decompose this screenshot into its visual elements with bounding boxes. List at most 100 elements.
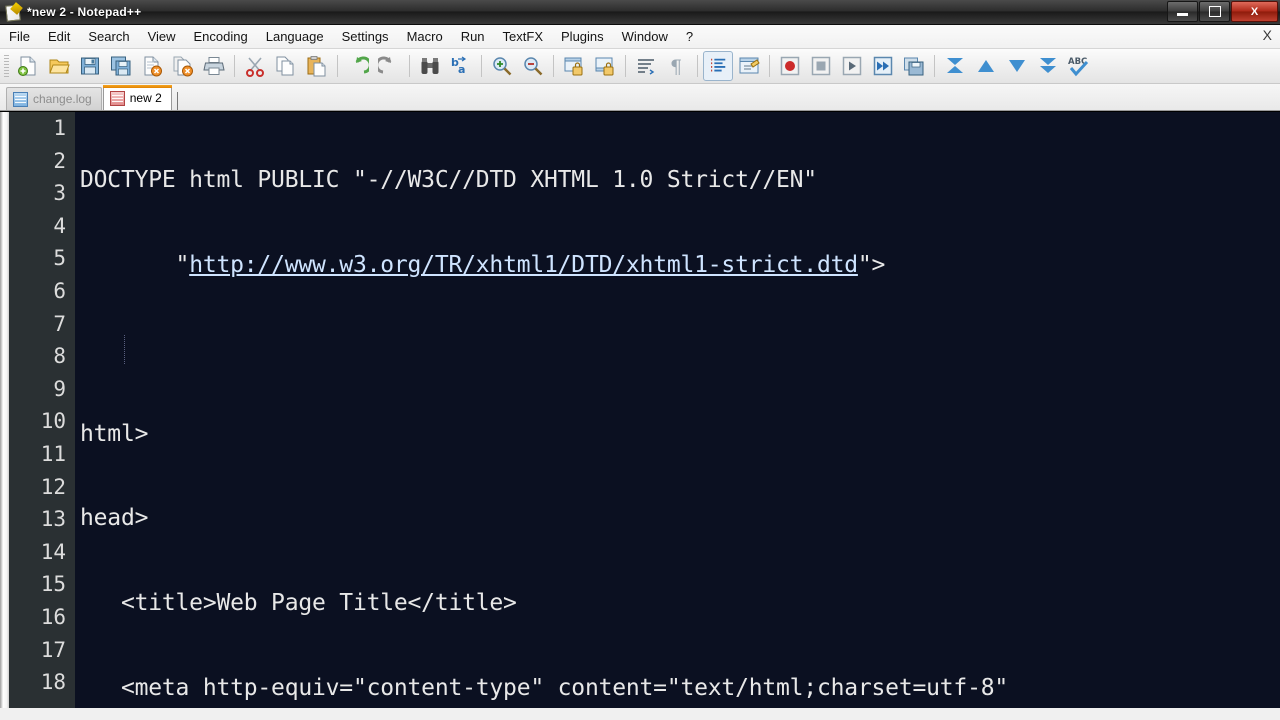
- toolbar-separator: [234, 55, 235, 77]
- replace-icon[interactable]: b a: [446, 51, 476, 81]
- run-macro-multiple-icon[interactable]: [868, 51, 898, 81]
- play-macro-icon[interactable]: [837, 51, 867, 81]
- window-controls: X: [1167, 1, 1278, 22]
- menu-edit[interactable]: Edit: [39, 27, 79, 46]
- line-number: 1: [53, 116, 66, 140]
- line-number: 7: [53, 311, 66, 336]
- spell-check-abc-icon[interactable]: ABC: [1064, 51, 1094, 81]
- menu-view[interactable]: View: [139, 27, 185, 46]
- restore-button[interactable]: [1199, 1, 1230, 22]
- save-macro-icon[interactable]: [899, 51, 929, 81]
- indent-guide-icon[interactable]: [703, 51, 733, 81]
- code-line: <meta http-equiv="content-type" content=…: [80, 674, 1009, 701]
- code-line-prefix: ": [80, 251, 190, 278]
- redo-icon[interactable]: [374, 51, 404, 81]
- notepad-plus-plus-icon: [5, 2, 23, 22]
- menu-encoding[interactable]: Encoding: [185, 27, 257, 46]
- sync-horizontal-icon[interactable]: [590, 51, 620, 81]
- zoom-out-icon[interactable]: [518, 51, 548, 81]
- url-link[interactable]: http://www.w3.org/TR/xhtml1/DTD/xhtml1-s…: [189, 252, 858, 278]
- red-document-icon: [109, 90, 125, 106]
- code-line: <title>Web Page Title</title>: [80, 589, 517, 616]
- code-line: html>: [80, 420, 149, 447]
- menu-help[interactable]: ?: [677, 27, 702, 46]
- code-text-area[interactable]: DOCTYPE html PUBLIC "-//W3C//DTD XHTML 1…: [75, 112, 1280, 708]
- close-file-icon[interactable]: [137, 51, 167, 81]
- word-wrap-icon[interactable]: [631, 51, 661, 81]
- toolbar-separator: [625, 55, 626, 77]
- paste-icon[interactable]: [302, 51, 332, 81]
- line-number: 3: [53, 181, 66, 206]
- new-file-icon[interactable]: [13, 51, 43, 81]
- user-defined-dialog-icon[interactable]: [734, 51, 764, 81]
- menu-search[interactable]: Search: [79, 27, 138, 46]
- line-number: 17: [40, 637, 66, 662]
- toolbar-grip[interactable]: [4, 55, 9, 77]
- svg-text:a: a: [458, 63, 465, 76]
- tab-label: change.log: [33, 92, 92, 106]
- menu-run[interactable]: Run: [452, 27, 494, 46]
- toolbar-separator: [553, 55, 554, 77]
- code-line: [80, 333, 1280, 366]
- zoom-in-icon[interactable]: [487, 51, 517, 81]
- menu-language[interactable]: Language: [257, 27, 333, 46]
- find-binoculars-icon[interactable]: [415, 51, 445, 81]
- line-number: 4: [53, 213, 66, 238]
- show-all-chars-icon[interactable]: ¶: [662, 51, 692, 81]
- close-window-button[interactable]: X: [1231, 1, 1278, 22]
- open-folder-icon[interactable]: [44, 51, 74, 81]
- menu-bar: File Edit Search View Encoding Language …: [0, 25, 1280, 49]
- line-number: 18: [40, 670, 66, 695]
- line-number: 9: [53, 376, 66, 401]
- indent-guide: [124, 335, 125, 364]
- bookmark-last-icon[interactable]: [1033, 51, 1063, 81]
- undo-icon[interactable]: [343, 51, 373, 81]
- menu-plugins[interactable]: Plugins: [552, 27, 613, 46]
- bookmark-next-icon[interactable]: [1002, 51, 1032, 81]
- line-number: 16: [40, 604, 66, 629]
- tab-label: new 2: [129, 91, 162, 105]
- code-line: "http://www.w3.org/TR/xhtml1/DTD/xhtml1-…: [80, 249, 1280, 282]
- print-icon[interactable]: [199, 51, 229, 81]
- menu-textfx[interactable]: TextFX: [494, 27, 552, 46]
- title-bar: *new 2 - Notepad++ X: [0, 0, 1280, 25]
- save-icon[interactable]: [75, 51, 105, 81]
- record-macro-icon[interactable]: [775, 51, 805, 81]
- menu-file[interactable]: File: [0, 27, 39, 46]
- editor-left-rail[interactable]: [0, 112, 9, 708]
- line-number: 14: [40, 539, 66, 564]
- code-line-suffix: ">: [857, 251, 886, 278]
- notepad-plus-plus-window: *new 2 - Notepad++ X File Edit Search Vi…: [0, 0, 1280, 720]
- window-title: *new 2 - Notepad++: [27, 5, 142, 19]
- line-number: 13: [40, 507, 66, 532]
- line-number: 8: [53, 344, 66, 369]
- stop-macro-icon[interactable]: [806, 51, 836, 81]
- line-number: 11: [40, 441, 66, 466]
- bookmark-first-icon[interactable]: [940, 51, 970, 81]
- code-line: head>: [80, 505, 149, 532]
- line-number: 10: [40, 409, 66, 434]
- save-all-icon[interactable]: [106, 51, 136, 81]
- menu-window[interactable]: Window: [613, 27, 677, 46]
- close-all-files-icon[interactable]: [168, 51, 198, 81]
- tab-change-log[interactable]: change.log: [6, 87, 102, 110]
- toolbar-separator: [769, 55, 770, 77]
- copy-icon[interactable]: [271, 51, 301, 81]
- line-number: 15: [40, 572, 66, 597]
- cut-scissors-icon[interactable]: [240, 51, 270, 81]
- line-number: 12: [40, 474, 66, 499]
- tab-bar-caret: [176, 92, 178, 110]
- editor-area: 1 2 3 4 5 6 7 8 9 10 11 12 13 14 15 16 1…: [0, 111, 1280, 708]
- close-document-button[interactable]: X: [1263, 27, 1272, 43]
- menu-macro[interactable]: Macro: [398, 27, 452, 46]
- line-number: 5: [53, 246, 66, 271]
- sync-vertical-icon[interactable]: [559, 51, 589, 81]
- toolbar: b a ¶ ABC: [0, 49, 1280, 84]
- document-tab-bar: change.log new 2: [0, 84, 1280, 111]
- minimize-button[interactable]: [1167, 1, 1198, 22]
- menu-settings[interactable]: Settings: [333, 27, 398, 46]
- tab-new-2[interactable]: new 2: [102, 85, 172, 110]
- bookmark-prev-icon[interactable]: [971, 51, 1001, 81]
- line-number: 6: [53, 278, 66, 303]
- toolbar-separator: [934, 55, 935, 77]
